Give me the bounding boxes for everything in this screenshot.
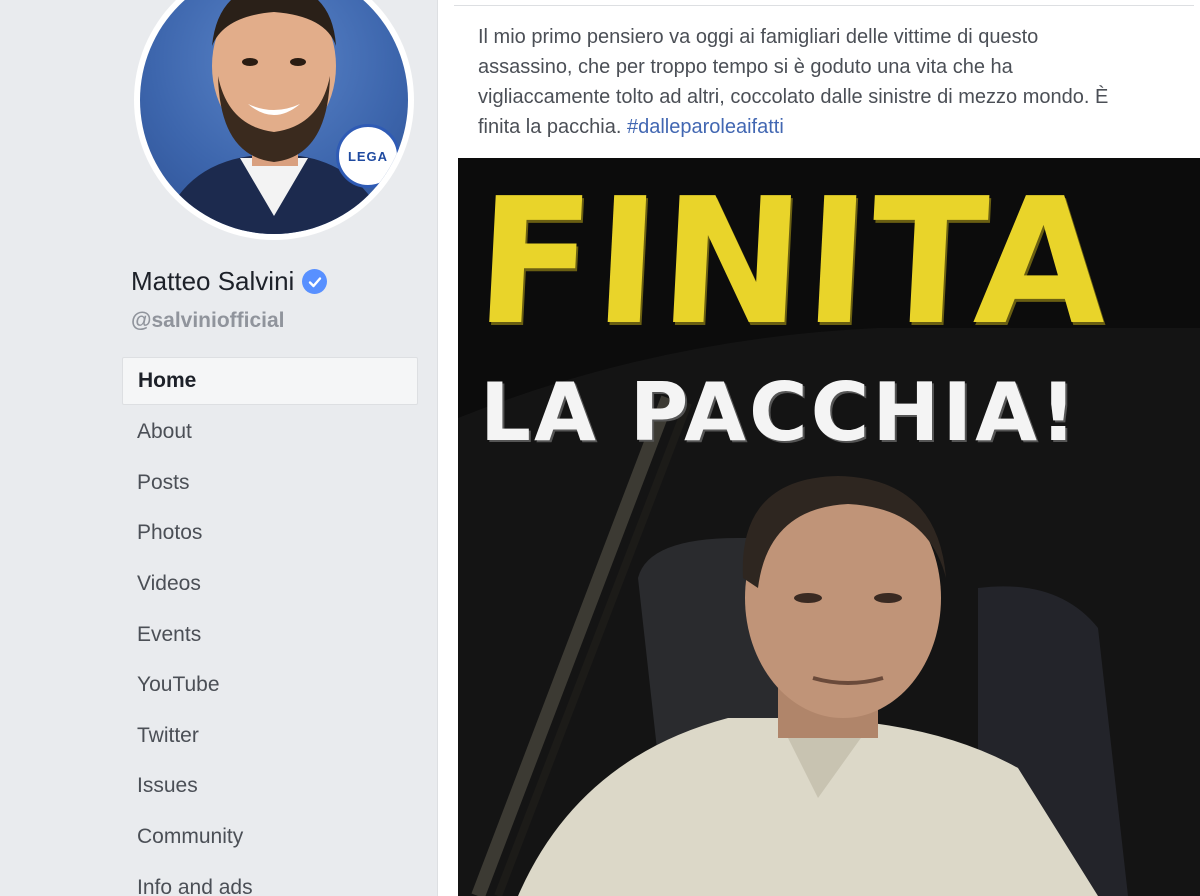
nav-item-info-and-ads[interactable]: Info and ads (122, 862, 418, 896)
nav-item-videos[interactable]: Videos (122, 559, 418, 610)
nav-item-youtube[interactable]: YouTube (122, 660, 418, 711)
nav-item-events[interactable]: Events (122, 609, 418, 660)
nav-item-twitter[interactable]: Twitter (122, 711, 418, 762)
nav-item-posts[interactable]: Posts (122, 458, 418, 509)
post-text-line: vigliaccamente tolto ad altri, coccolato… (478, 86, 1109, 108)
image-headline-finita: FINITA (471, 161, 1115, 364)
page-name-text[interactable]: Matteo Salvini (131, 266, 294, 297)
lega-badge: LEGA (336, 124, 400, 188)
nav-item-home[interactable]: Home (122, 357, 418, 405)
nav-item-photos[interactable]: Photos (122, 508, 418, 559)
page-nav: Home About Posts Photos Videos Events Yo… (122, 357, 418, 896)
post-text-end: finita la pacchia. (478, 116, 622, 138)
post-text-line: Il mio primo pensiero va oggi ai famigli… (478, 26, 1039, 48)
portrait-illustration (160, 0, 390, 234)
nav-item-about[interactable]: About (122, 407, 418, 458)
nav-item-community[interactable]: Community (122, 812, 418, 863)
image-headline-la-pacchia: LA PACCHIA! (480, 366, 1080, 459)
post-card: Il mio primo pensiero va oggi ai famigli… (437, 0, 1200, 896)
post-text-line: finita la pacchia. #dalleparoleaifatti (478, 112, 1186, 142)
post-image[interactable]: FINITA LA PACCHIA! (458, 158, 1200, 896)
profile-photo: LEGA (140, 0, 408, 234)
hashtag-link[interactable]: #dalleparoleaifatti (627, 116, 784, 138)
post-text-line: assassino, che per troppo tempo si è god… (478, 56, 1013, 78)
nav-item-issues[interactable]: Issues (122, 761, 418, 812)
page-handle[interactable]: @salviniofficial (131, 309, 285, 333)
profile-picture[interactable]: LEGA (134, 0, 414, 240)
verified-check-icon (302, 269, 328, 294)
post-header-divider (454, 0, 1194, 6)
page-title[interactable]: Matteo Salvini (131, 266, 328, 297)
post-text: Il mio primo pensiero va oggi ai famigli… (478, 22, 1186, 142)
